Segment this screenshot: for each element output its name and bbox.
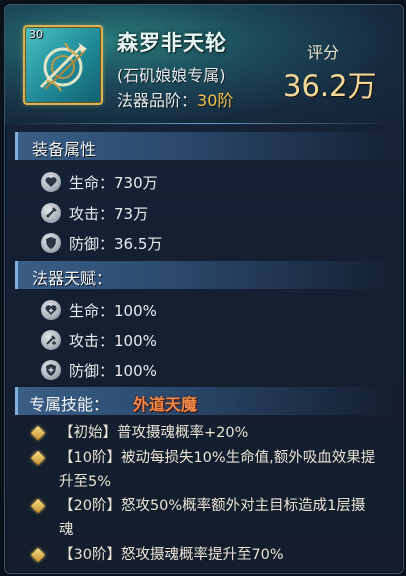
wheel-icon: [39, 42, 87, 92]
item-grade-label: 法器品阶：: [117, 91, 198, 110]
sword-icon: [41, 203, 61, 223]
talent-title: 法器天赋：: [32, 269, 113, 288]
attack-boost-icon: [41, 330, 61, 350]
equip-attrs-header: 装备属性: [15, 132, 394, 160]
shield-icon: [41, 233, 61, 253]
talent-value: 100%: [114, 362, 157, 380]
equip-attr-label: 防御：: [69, 235, 115, 253]
talent-label: 防御：: [69, 362, 115, 380]
diamond-bullet-icon: [30, 425, 46, 441]
item-name: 森罗非天轮: [117, 31, 227, 55]
header-divider: [13, 123, 395, 124]
skill-name: 外道天魔: [133, 395, 198, 414]
equip-attr-value: 73万: [114, 205, 149, 223]
skill-effect-text: 【20阶】怒攻50%概率额外对主目标造成1层摄魂: [59, 498, 366, 538]
talent-value: 100%: [114, 332, 157, 350]
item-tooltip-panel: 30 森罗非天轮 (石矶娘娘专属) 法器品阶：30阶 评分 36.2万 装备属性…: [4, 4, 404, 574]
equip-attr-label: 攻击：: [69, 205, 115, 223]
equip-attr-value: 730万: [114, 174, 158, 192]
talent-header: 法器天赋：: [15, 261, 394, 289]
skill-effect-text: 【10阶】被动每损失10%生命值,额外吸血效果提升至5%: [59, 450, 376, 490]
equip-attrs-title: 装备属性: [32, 140, 97, 159]
item-exclusive-owner: (石矶娘娘专属): [117, 66, 226, 85]
heart-icon: [41, 172, 61, 192]
diamond-bullet-icon: [30, 450, 46, 466]
talent-label: 生命：: [69, 302, 115, 320]
skill-effect-text: 【初始】普攻摄魂概率+20%: [59, 425, 249, 441]
equip-attr-label: 生命：: [69, 174, 115, 192]
talent-value: 100%: [114, 302, 157, 320]
talent-label: 攻击：: [69, 332, 115, 350]
diamond-bullet-icon: [30, 498, 46, 514]
skill-effect-text: 【30阶】怒攻摄魂概率提升至70%: [59, 547, 284, 563]
skill-label: 专属技能：: [29, 395, 110, 414]
item-icon-frame[interactable]: 30: [23, 25, 103, 105]
item-grade-value: 30阶: [197, 91, 234, 110]
score-value: 36.2万: [283, 69, 377, 103]
equip-attr-value: 36.5万: [114, 235, 163, 253]
shield-plus-icon: [41, 360, 61, 380]
score-label: 评分: [307, 43, 340, 62]
item-grade: 法器品阶：30阶: [117, 87, 233, 111]
diamond-bullet-icon: [30, 547, 46, 563]
heart-plus-icon: [41, 300, 61, 320]
